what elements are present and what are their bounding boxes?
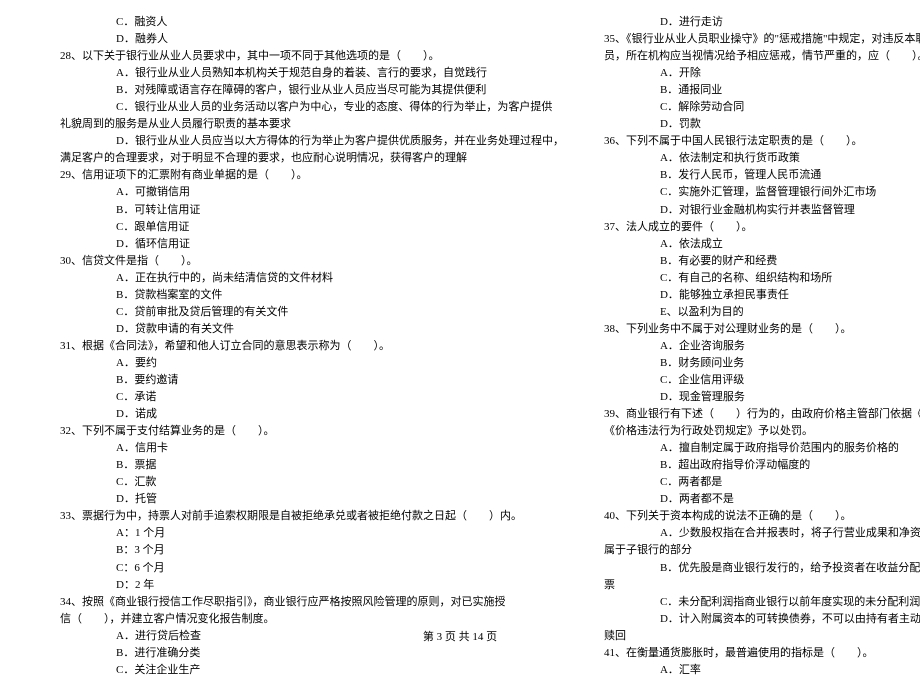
text-line: D．诺成: [60, 406, 564, 423]
text-line: A．开除: [604, 65, 920, 82]
text-line: A：1 个月: [60, 525, 564, 542]
text-line: C．融资人: [60, 14, 564, 31]
text-line: D．贷款申请的有关文件: [60, 321, 564, 338]
text-line: B．财务顾问业务: [604, 355, 920, 372]
text-line: 41、在衡量通货膨胀时，最普遍使用的指标是（ ）。: [604, 645, 920, 662]
text-line: D．托管: [60, 491, 564, 508]
text-line: D．罚款: [604, 116, 920, 133]
text-line: B．优先股是商业银行发行的，给予投资者在收益分配、剩余资产分配等方面优先权利的股: [604, 560, 920, 577]
text-line: D．计入附属资本的可转换债券，不可以由持有者主动回售未经中国银监会同意发行人不准: [604, 611, 920, 628]
text-line: 32、下列不属于支付结算业务的是（ ）。: [60, 423, 564, 440]
text-line: B．贷款档案室的文件: [60, 287, 564, 304]
right-column: D．进行走访35、《银行业从业人员职业操守》的"惩戒措施"中规定，对违反本职业操…: [604, 14, 920, 679]
text-line: A．可撤销信用: [60, 184, 564, 201]
text-line: 40、下列关于资本构成的说法不正确的是（ ）。: [604, 508, 920, 525]
text-line: 29、信用证项下的汇票附有商业单据的是（ ）。: [60, 167, 564, 184]
text-line: 《价格违法行为行政处罚规定》予以处罚。: [604, 423, 920, 440]
text-line: A．汇率: [604, 662, 920, 679]
text-line: D．对银行业金融机构实行并表监督管理: [604, 202, 920, 219]
text-line: C．企业信用评级: [604, 372, 920, 389]
text-line: 28、以下关于银行业从业人员要求中，其中一项不同于其他选项的是（ ）。: [60, 48, 564, 65]
text-line: 信（ ），并建立客户情况变化报告制度。: [60, 611, 564, 628]
text-line: B：3 个月: [60, 542, 564, 559]
text-line: B．发行人民币，管理人民币流通: [604, 167, 920, 184]
text-line: 36、下列不属于中国人民银行法定职责的是（ ）。: [604, 133, 920, 150]
text-line: D．融券人: [60, 31, 564, 48]
text-line: C．跟单信用证: [60, 219, 564, 236]
left-column: C．融资人D．融券人28、以下关于银行业从业人员要求中，其中一项不同于其他选项的…: [60, 14, 564, 679]
text-line: A．依法制定和执行货币政策: [604, 150, 920, 167]
text-line: D．两者都不是: [604, 491, 920, 508]
text-line: 30、信贷文件是指（ ）。: [60, 253, 564, 270]
text-line: 满足客户的合理要求，对于明显不合理的要求，也应耐心说明情况，获得客户的理解: [60, 150, 564, 167]
text-line: 员，所在机构应当视情况给予相应惩戒，情节严重的，应（ ）。: [604, 48, 920, 65]
text-line: D．银行业从业人员应当以大方得体的行为举止为客户提供优质服务，并在业务处理过程中…: [60, 133, 564, 150]
text-line: C．银行业从业人员的业务活动以客户为中心，专业的态度、得体的行为举止，为客户提供: [60, 99, 564, 116]
text-line: 31、根据《合同法》，希望和他人订立合同的意思表示称为（ ）。: [60, 338, 564, 355]
text-line: 39、商业银行有下述（ ）行为的，由政府价格主管部门依据《中华人民共和国价格法》…: [604, 406, 920, 423]
text-line: C．汇款: [60, 474, 564, 491]
text-line: B．对残障或语言存在障碍的客户，银行业从业人员应当尽可能为其提供便利: [60, 82, 564, 99]
text-line: 37、法人成立的要件（ ）。: [604, 219, 920, 236]
text-line: A．依法成立: [604, 236, 920, 253]
text-line: B．超出政府指导价浮动幅度的: [604, 457, 920, 474]
text-line: B．进行准确分类: [60, 645, 564, 662]
text-line: B．有必要的财产和经费: [604, 253, 920, 270]
text-line: B．通报同业: [604, 82, 920, 99]
text-line: C．承诺: [60, 389, 564, 406]
text-line: 38、下列业务中不属于对公理财业务的是（ ）。: [604, 321, 920, 338]
text-line: C．两者都是: [604, 474, 920, 491]
text-line: C．未分配利润指商业银行以前年度实现的未分配利润或未弥补亏损: [604, 594, 920, 611]
text-line: E、以盈利为目的: [604, 304, 920, 321]
text-line: 33、票据行为中，持票人对前手追索权期限是自被拒绝承兑或者被拒绝付款之日起（ ）…: [60, 508, 564, 525]
text-line: C．实施外汇管理，监督管理银行间外汇市场: [604, 184, 920, 201]
text-line: D．循环信用证: [60, 236, 564, 253]
text-line: B．可转让信用证: [60, 202, 564, 219]
text-line: 属于子银行的部分: [604, 542, 920, 559]
text-line: D．进行走访: [604, 14, 920, 31]
text-line: C．解除劳动合同: [604, 99, 920, 116]
text-line: A．信用卡: [60, 440, 564, 457]
text-line: A．企业咨询服务: [604, 338, 920, 355]
text-line: 34、按照《商业银行授信工作尽职指引》，商业银行应严格按照风险管理的原则，对已实…: [60, 594, 564, 611]
text-line: 35、《银行业从业人员职业操守》的"惩戒措施"中规定，对违反本职业操守的银行业从…: [604, 31, 920, 48]
text-line: A．正在执行中的，尚未结清信贷的文件材料: [60, 270, 564, 287]
text-line: B．票据: [60, 457, 564, 474]
text-line: 礼貌周到的服务是从业人员履行职责的基本要求: [60, 116, 564, 133]
text-line: A．少数股权指在合并报表时，将子行营业成果和净资产中，不以任何直接或间接方式归: [604, 525, 920, 542]
text-line: C．有自己的名称、组织结构和场所: [604, 270, 920, 287]
text-line: A．要约: [60, 355, 564, 372]
text-line: C：6 个月: [60, 560, 564, 577]
text-line: D．能够独立承担民事责任: [604, 287, 920, 304]
text-line: B．要约邀请: [60, 372, 564, 389]
text-line: C．贷前审批及贷后管理的有关文件: [60, 304, 564, 321]
text-line: A．银行业从业人员熟知本机构关于规范自身的着装、言行的要求，自觉践行: [60, 65, 564, 82]
text-line: A．擅自制定属于政府指导价范围内的服务价格的: [604, 440, 920, 457]
text-line: D：2 年: [60, 577, 564, 594]
text-line: C．关注企业生产: [60, 662, 564, 679]
page-footer: 第 3 页 共 14 页: [0, 628, 920, 644]
text-line: D．现金管理服务: [604, 389, 920, 406]
text-line: 票: [604, 577, 920, 594]
